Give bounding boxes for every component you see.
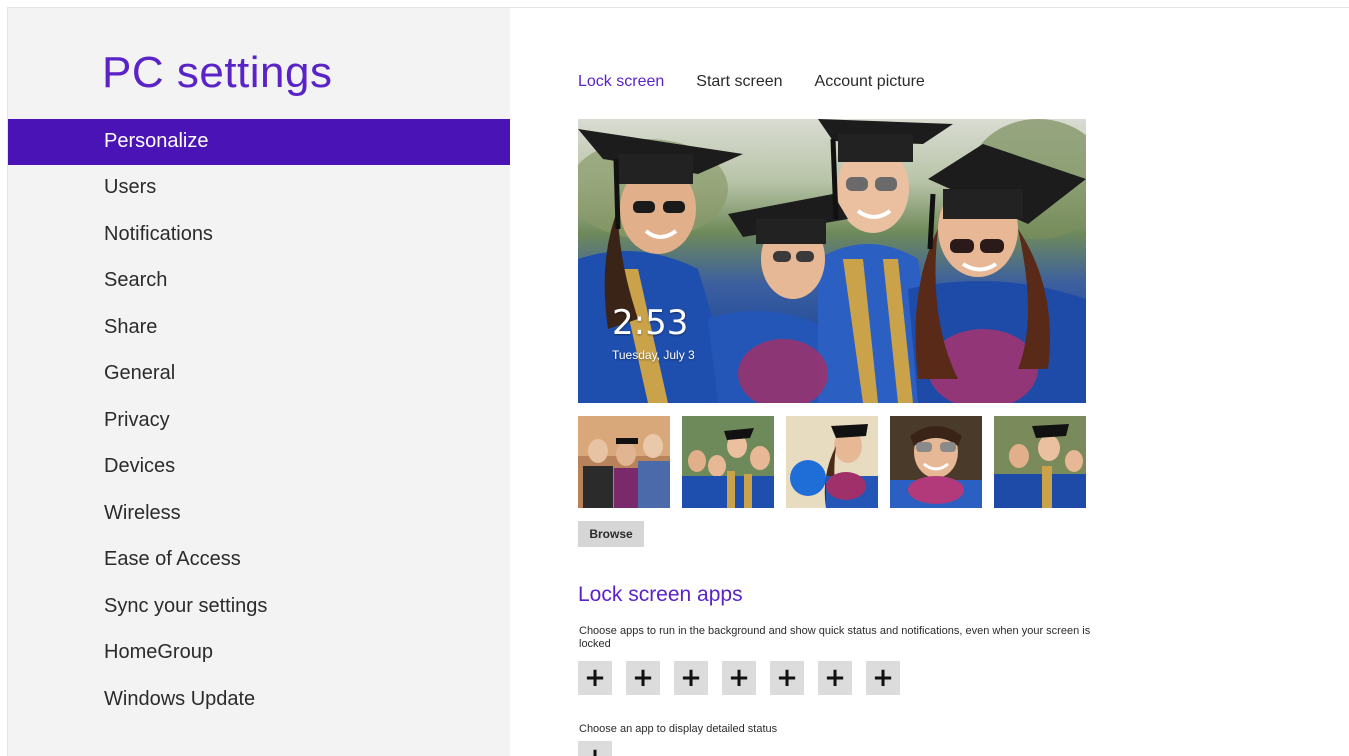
nav-item-wireless[interactable]: Wireless: [8, 491, 510, 538]
tab-bar: Lock screen Start screen Account picture: [578, 73, 925, 91]
nav-item-personalize[interactable]: Personalize: [8, 119, 510, 165]
nav-item-privacy[interactable]: Privacy: [8, 398, 510, 445]
thumbnail-3[interactable]: [786, 416, 878, 508]
app-title: PC settings: [102, 48, 333, 97]
thumbnail-4[interactable]: [890, 416, 982, 508]
lock-screen-time: 2:53: [612, 303, 689, 343]
picture-thumbnails: [578, 416, 1086, 508]
thumbnail-2[interactable]: [682, 416, 774, 508]
add-app-slot-6[interactable]: +: [818, 661, 852, 695]
add-app-slot-3[interactable]: +: [674, 661, 708, 695]
nav-item-users[interactable]: Users: [8, 165, 510, 212]
add-app-slot-4[interactable]: +: [722, 661, 756, 695]
tab-start-screen[interactable]: Start screen: [696, 73, 782, 91]
lock-screen-apps-description: Choose apps to run in the background and…: [579, 625, 1091, 650]
lock-screen-apps-title: Lock screen apps: [578, 583, 743, 606]
sidebar: PC settings Personalize Users Notificati…: [8, 8, 510, 756]
nav-item-sync-settings[interactable]: Sync your settings: [8, 584, 510, 631]
tab-lock-screen[interactable]: Lock screen: [578, 73, 664, 91]
nav-item-homegroup[interactable]: HomeGroup: [8, 630, 510, 677]
lock-screen-date: Tuesday, July 3: [612, 348, 695, 362]
add-app-slot-7[interactable]: +: [866, 661, 900, 695]
add-app-slot-5[interactable]: +: [770, 661, 804, 695]
content-pane: Lock screen Start screen Account picture: [510, 8, 1349, 756]
lock-screen-preview: 2:53 Tuesday, July 3: [578, 119, 1086, 403]
nav-item-windows-update[interactable]: Windows Update: [8, 677, 510, 724]
add-detailed-status-app[interactable]: +: [578, 741, 612, 756]
add-app-slot-1[interactable]: +: [578, 661, 612, 695]
nav-item-search[interactable]: Search: [8, 258, 510, 305]
add-app-slot-2[interactable]: +: [626, 661, 660, 695]
lock-screen-app-slots: + + + + + + +: [578, 661, 900, 695]
thumbnail-5[interactable]: [994, 416, 1086, 508]
thumbnail-1[interactable]: [578, 416, 670, 508]
nav-item-notifications[interactable]: Notifications: [8, 212, 510, 259]
tab-account-picture[interactable]: Account picture: [815, 73, 925, 91]
settings-nav: Personalize Users Notifications Search S…: [8, 119, 510, 723]
window: PC settings Personalize Users Notificati…: [7, 7, 1349, 756]
detailed-status-description: Choose an app to display detailed status: [579, 723, 778, 735]
nav-item-ease-of-access[interactable]: Ease of Access: [8, 537, 510, 584]
nav-item-share[interactable]: Share: [8, 305, 510, 352]
nav-item-general[interactable]: General: [8, 351, 510, 398]
browse-button[interactable]: Browse: [578, 521, 644, 547]
nav-item-devices[interactable]: Devices: [8, 444, 510, 491]
